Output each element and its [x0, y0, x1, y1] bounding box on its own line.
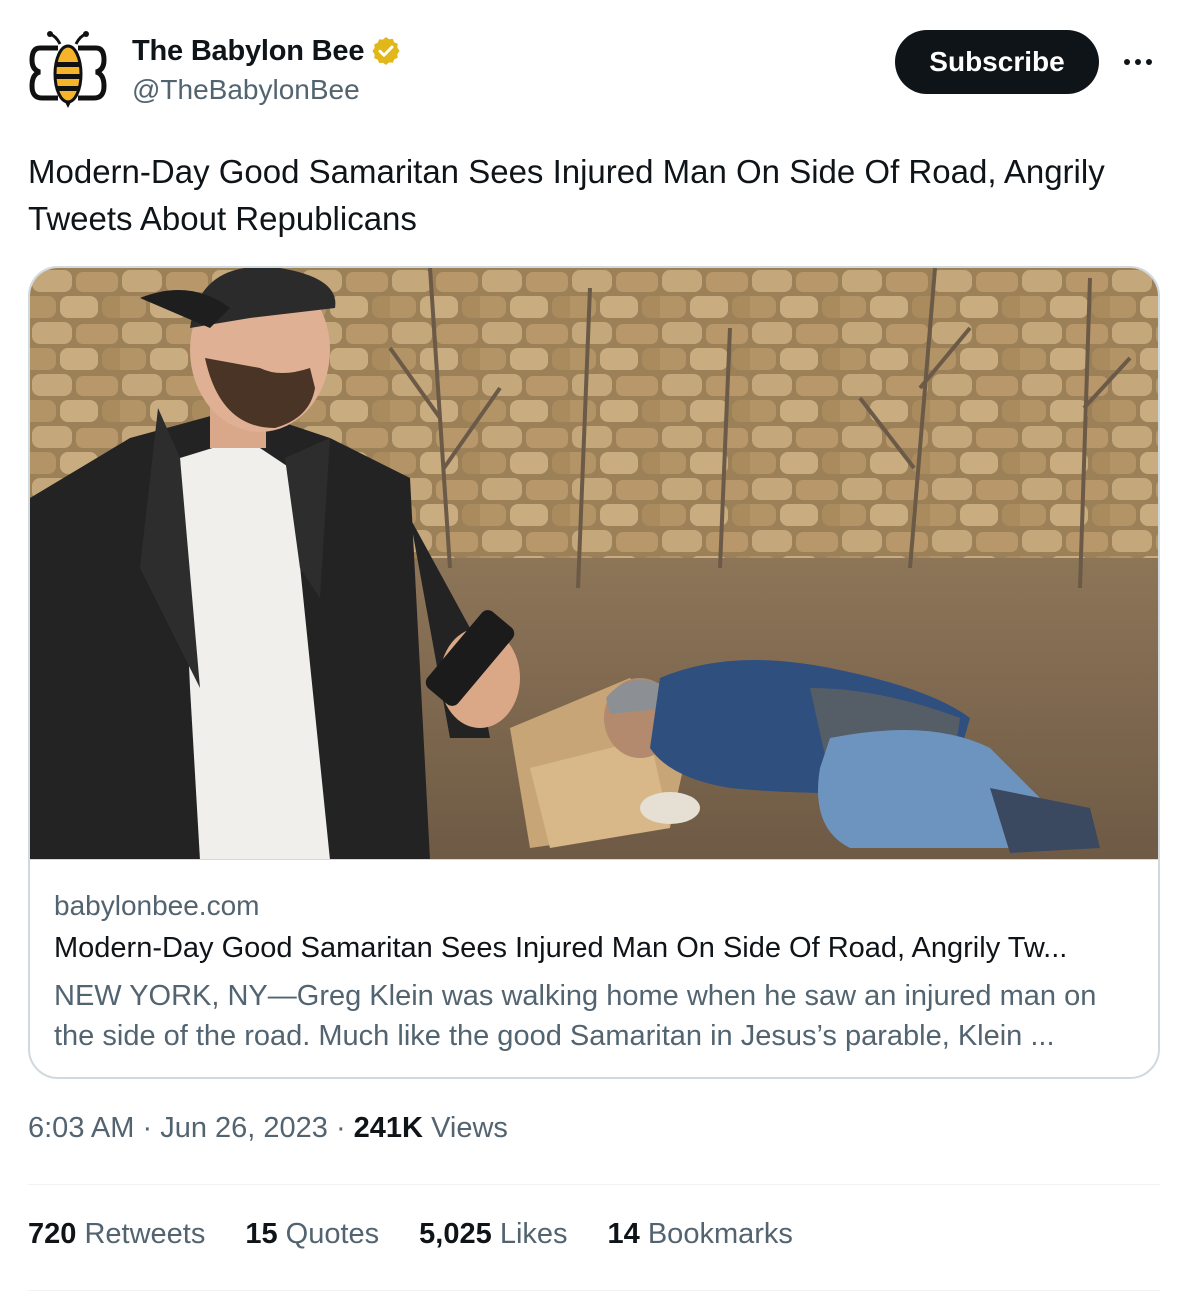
account-handle[interactable]: @TheBabylonBee [132, 74, 360, 106]
stat-count: 14 [607, 1218, 640, 1250]
tweet-date[interactable]: Jun 26, 2023 [160, 1112, 328, 1144]
link-card-description: NEW YORK, NY—Greg Klein was walking home… [54, 980, 1097, 1052]
verified-badge-icon [372, 37, 400, 65]
dot [1124, 59, 1130, 65]
stat-label: Bookmarks [647, 1218, 793, 1250]
stat-label: Retweets [84, 1218, 206, 1250]
tweet-text: Modern-Day Good Samaritan Sees Injured M… [28, 153, 1105, 237]
separator-dot: · [142, 1112, 161, 1144]
link-card-title[interactable]: Modern-Day Good Samaritan Sees Injured M… [54, 932, 1134, 965]
stat-likes[interactable]: 5,025 Likes [419, 1218, 567, 1251]
avatar[interactable] [28, 30, 108, 110]
views-label: Views [431, 1112, 508, 1144]
tweet-meta: 6:03 AM · Jun 26, 2023 · 241K Views [28, 1112, 508, 1145]
stat-bookmarks[interactable]: 14 Bookmarks [608, 1218, 793, 1251]
views-count: 241K [353, 1112, 423, 1144]
link-card-domain[interactable]: babylonbee.com [54, 890, 259, 922]
display-name[interactable]: The Babylon Bee [132, 35, 364, 68]
babylon-bee-logo-icon [29, 31, 107, 108]
subscribe-button[interactable]: Subscribe [895, 30, 1099, 94]
separator-dot: · [335, 1112, 354, 1144]
divider [28, 1290, 1160, 1291]
link-card-image[interactable] [30, 268, 1158, 860]
article-photo [30, 268, 1158, 859]
stat-count: 15 [245, 1218, 278, 1250]
dot [1146, 59, 1152, 65]
stat-retweets[interactable]: 720 Retweets [28, 1218, 205, 1251]
engagement-stats: 720 Retweets 15 Quotes 5,025 Likes 14 Bo… [28, 1218, 793, 1251]
stat-count: 720 [28, 1218, 77, 1250]
stat-label: Quotes [285, 1218, 380, 1250]
link-card[interactable]: babylonbee.com Modern-Day Good Samaritan… [28, 266, 1160, 1079]
tweet-time[interactable]: 6:03 AM [28, 1112, 134, 1144]
dot [1135, 59, 1141, 65]
stat-label: Likes [499, 1218, 568, 1250]
stat-quotes[interactable]: 15 Quotes [245, 1218, 379, 1251]
divider [28, 1184, 1160, 1185]
more-horizontal-icon[interactable] [1118, 44, 1158, 80]
stat-count: 5,025 [419, 1218, 492, 1250]
account-name-row[interactable]: The Babylon Bee [132, 32, 402, 70]
